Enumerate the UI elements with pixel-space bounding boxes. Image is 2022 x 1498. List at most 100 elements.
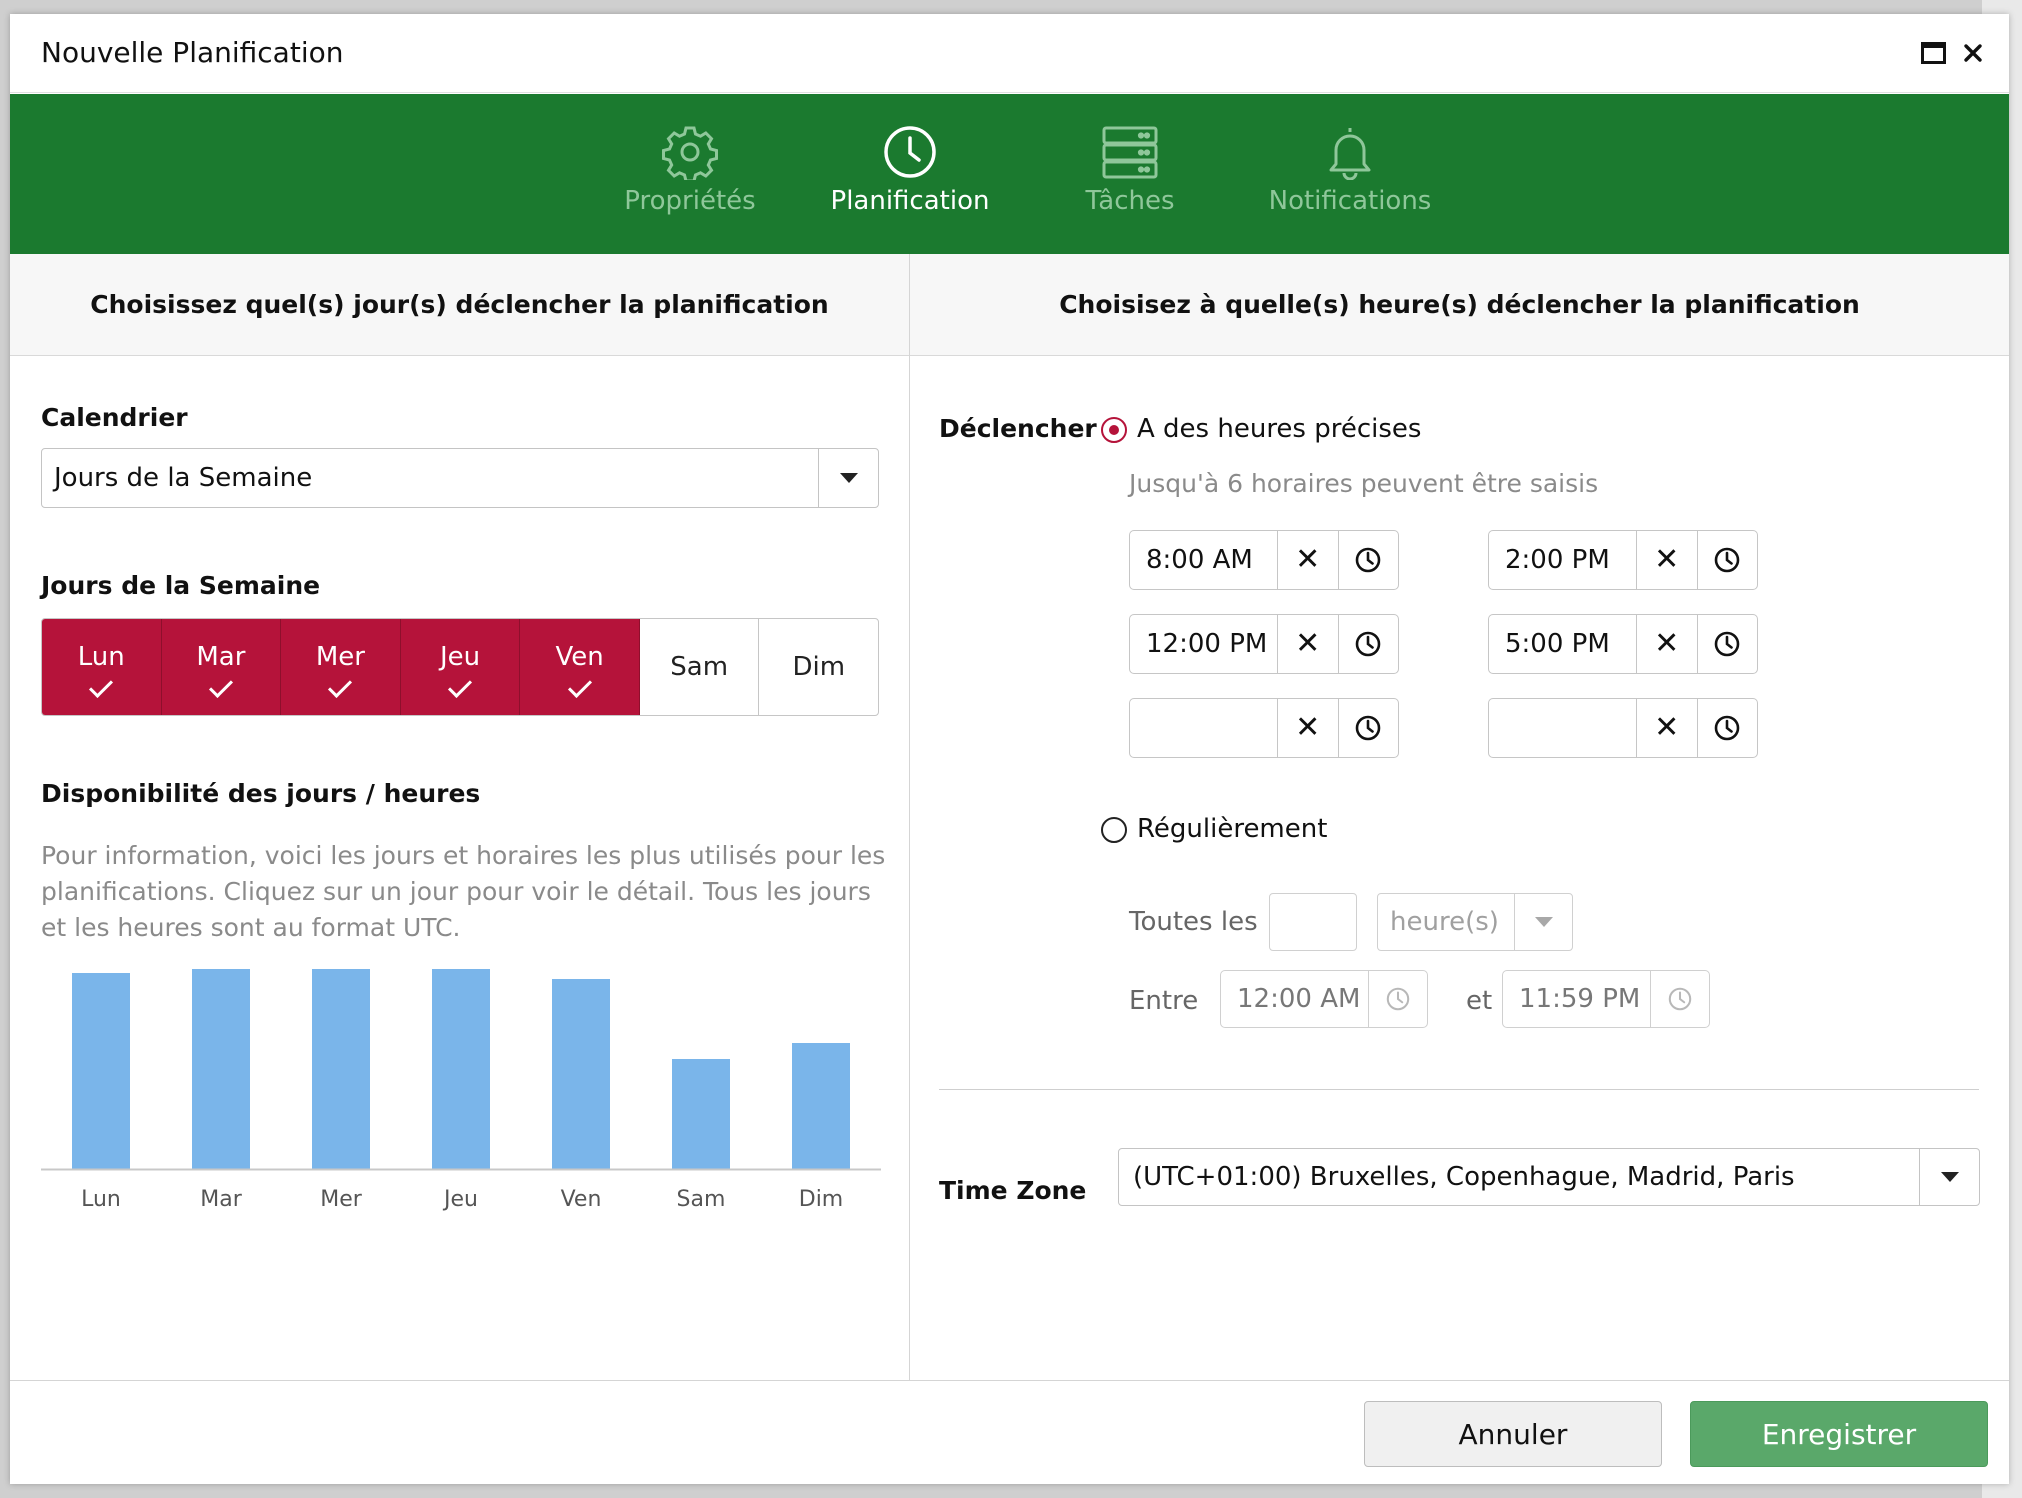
- radio-regularly-label: Régulièrement: [1137, 814, 1328, 844]
- bar-lun[interactable]: [72, 973, 130, 1169]
- time-picker-button[interactable]: [1696, 531, 1758, 589]
- timezone-select-value: (UTC+01:00) Bruxelles, Copenhague, Madri…: [1133, 1162, 1795, 1192]
- timezone-select-toggle[interactable]: [1919, 1149, 1979, 1205]
- maximize-button[interactable]: [1916, 36, 1950, 70]
- bar-jeu[interactable]: [432, 969, 490, 1169]
- step-properties[interactable]: Propriétés: [580, 124, 800, 216]
- timezone-select[interactable]: (UTC+01:00) Bruxelles, Copenhague, Madri…: [1118, 1148, 1980, 1206]
- time-field[interactable]: 2:00 PM: [1489, 531, 1637, 589]
- calendar-label: Calendrier: [41, 403, 188, 432]
- check-icon: [328, 673, 353, 699]
- close-icon: ✕: [1295, 710, 1321, 745]
- radio-precise-times[interactable]: [1101, 417, 1127, 443]
- clock-icon: [1386, 987, 1410, 1011]
- interval-unit-toggle[interactable]: [1514, 894, 1572, 950]
- dialog-title: Nouvelle Planification: [41, 36, 344, 69]
- clear-time-button[interactable]: ✕: [1637, 699, 1697, 757]
- step-label: Planification: [830, 186, 990, 216]
- dialog-titlebar: Nouvelle Planification: [10, 14, 2009, 93]
- time-field[interactable]: 11:59 PM: [1503, 971, 1651, 1027]
- gear-icon: [662, 126, 718, 180]
- between-start-input: 12:00 AM: [1220, 970, 1428, 1028]
- time-field[interactable]: 5:00 PM: [1489, 615, 1637, 673]
- clock-icon: [1355, 547, 1381, 573]
- radio-regularly[interactable]: [1101, 817, 1127, 843]
- bar-mar[interactable]: [192, 969, 250, 1169]
- x-tick-label: Mar: [200, 1187, 242, 1212]
- clock-icon: [1355, 631, 1381, 657]
- calendar-select-value: Jours de la Semaine: [54, 463, 313, 493]
- bar-dim[interactable]: [792, 1043, 850, 1169]
- day-toggle-dim[interactable]: Dim: [759, 619, 878, 715]
- day-toggle-lun[interactable]: Lun: [42, 619, 162, 715]
- clock-icon: [1714, 631, 1740, 657]
- bar-sam[interactable]: [672, 1059, 730, 1169]
- clock-icon: [1668, 987, 1692, 1011]
- clock-icon: [1714, 715, 1740, 741]
- x-tick-label: Sam: [677, 1187, 726, 1212]
- time-field[interactable]: [1489, 699, 1637, 757]
- save-button[interactable]: Enregistrer: [1690, 1401, 1988, 1467]
- availability-description: Pour information, voici les jours et hor…: [41, 841, 886, 942]
- clear-time-button[interactable]: ✕: [1637, 531, 1697, 589]
- step-label: Tâches: [1085, 186, 1175, 216]
- step-label: Propriétés: [624, 186, 756, 216]
- time-picker-button[interactable]: [1369, 971, 1427, 1027]
- interval-unit-select[interactable]: heure(s): [1377, 893, 1573, 951]
- between-end-input: 11:59 PM: [1502, 970, 1710, 1028]
- interval-input[interactable]: [1269, 893, 1357, 951]
- bar-ven[interactable]: [552, 979, 610, 1169]
- step-schedule[interactable]: Planification: [800, 124, 1020, 216]
- clear-time-button[interactable]: ✕: [1278, 699, 1338, 757]
- column-divider: [909, 254, 910, 1380]
- close-icon: [1964, 44, 1982, 62]
- availability-title: Disponibilité des jours / heures: [41, 779, 481, 808]
- time-picker-button[interactable]: [1651, 971, 1709, 1027]
- time-field[interactable]: 12:00 AM: [1221, 971, 1369, 1027]
- day-toggle-mer[interactable]: Mer: [281, 619, 401, 715]
- day-label: Ven: [555, 642, 604, 672]
- day-label: Dim: [792, 652, 846, 682]
- time-picker-button[interactable]: [1337, 615, 1399, 673]
- chevron-down-icon: [1940, 1172, 1959, 1182]
- check-icon: [89, 673, 114, 699]
- availability-chart: Lun Mar Mer Jeu Ven Sam Dim: [41, 969, 881, 1212]
- weekday-toggle-group: Lun Mar Mer Jeu Ven Sam Dim: [41, 618, 879, 716]
- check-icon: [567, 673, 592, 699]
- bar-mer[interactable]: [312, 969, 370, 1169]
- close-icon: ✕: [1295, 542, 1321, 577]
- calendar-select-toggle[interactable]: [818, 449, 878, 507]
- day-toggle-sam[interactable]: Sam: [640, 619, 760, 715]
- time-input-2: 2:00 PM ✕: [1488, 530, 1758, 590]
- hours-column-header: Choisisez à quelle(s) heure(s) déclenche…: [910, 254, 2009, 356]
- time-picker-button[interactable]: [1337, 531, 1399, 589]
- calendar-select[interactable]: Jours de la Semaine: [41, 448, 879, 508]
- time-input-4: 5:00 PM ✕: [1488, 614, 1758, 674]
- time-picker-button[interactable]: [1696, 699, 1758, 757]
- clear-time-button[interactable]: ✕: [1278, 615, 1338, 673]
- clear-time-button[interactable]: ✕: [1637, 615, 1697, 673]
- close-button[interactable]: [1956, 36, 1990, 70]
- time-field[interactable]: 8:00 AM: [1130, 531, 1278, 589]
- day-toggle-jeu[interactable]: Jeu: [400, 619, 521, 715]
- x-tick-label: Mer: [320, 1187, 363, 1212]
- interval-unit-value: heure(s): [1390, 907, 1499, 937]
- step-label: Notifications: [1268, 186, 1432, 216]
- weekdays-label: Jours de la Semaine: [41, 571, 321, 600]
- between-label: Entre: [1129, 986, 1199, 1016]
- precise-times-hint: Jusqu'à 6 horaires peuvent être saisis: [1129, 469, 1599, 498]
- time-field[interactable]: 12:00 PM: [1130, 615, 1278, 673]
- cancel-button[interactable]: Annuler: [1364, 1401, 1662, 1467]
- step-notifications[interactable]: Notifications: [1240, 124, 1460, 216]
- step-tasks[interactable]: Tâches: [1020, 124, 1240, 216]
- x-tick-label: Ven: [561, 1187, 602, 1212]
- time-field[interactable]: [1130, 699, 1278, 757]
- time-picker-button[interactable]: [1696, 615, 1758, 673]
- clear-time-button[interactable]: ✕: [1278, 531, 1338, 589]
- day-label: Lun: [77, 642, 125, 672]
- time-picker-button[interactable]: [1337, 699, 1399, 757]
- bell-icon: [1329, 128, 1371, 180]
- trigger-label: Déclencher: [939, 414, 1097, 443]
- day-toggle-ven[interactable]: Ven: [520, 619, 640, 715]
- day-toggle-mar[interactable]: Mar: [161, 619, 282, 715]
